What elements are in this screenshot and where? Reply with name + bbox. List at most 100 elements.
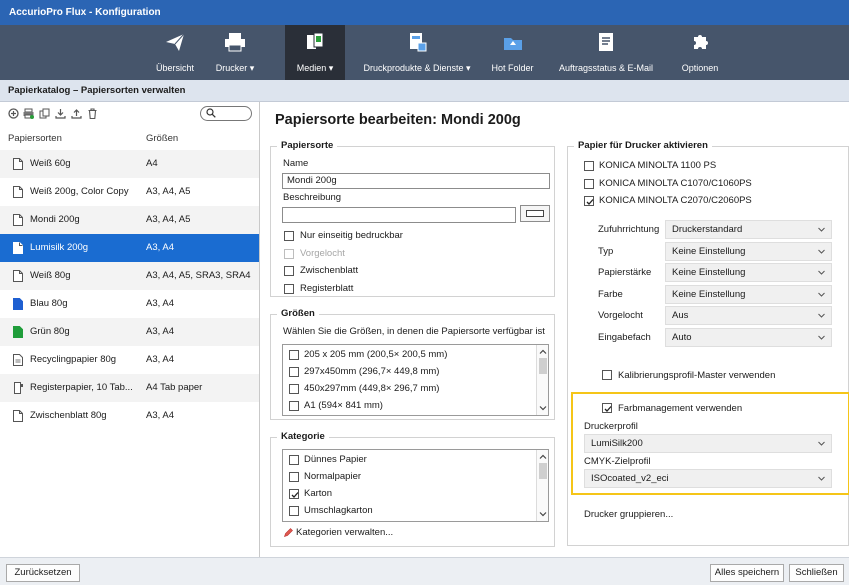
export-icon[interactable] — [71, 108, 82, 119]
setting-label: Vorgelocht — [598, 310, 643, 321]
category-list[interactable]: Dünnes Papier Normalpapier Karton Umschlagk… — [282, 449, 549, 522]
list-checkbox[interactable] — [289, 506, 299, 516]
setting-value: Keine Einstellung — [672, 288, 746, 300]
description-field[interactable] — [282, 207, 516, 223]
paper-plane-icon — [166, 33, 185, 51]
catalog-row[interactable]: Mondi 200g A3, A4, A5 — [0, 206, 259, 234]
toolbar-button-1[interactable]: Drucker ▾ — [200, 25, 270, 80]
catalog-row[interactable]: Registerpapier, 10 Tab... A4 Tab paper — [0, 374, 259, 402]
option-checkbox[interactable] — [284, 283, 294, 294]
toolbar-button-3[interactable]: Druckprodukte & Dienste ▾ — [352, 25, 482, 80]
scroll-down-icon[interactable] — [539, 510, 547, 518]
catalog-row[interactable]: Lumisilk 200g A3, A4 — [0, 234, 259, 262]
add-icon[interactable] — [8, 108, 19, 119]
catalog-row[interactable]: Recyclingpapier 80g A3, A4 — [0, 346, 259, 374]
calibration-checkbox[interactable] — [602, 370, 612, 380]
list-item-label: Normalpapier — [304, 471, 362, 482]
catalog-row[interactable]: Zwischenblatt 80g A3, A4 — [0, 402, 259, 430]
catalog-row[interactable]: Weiß 200g, Color Copy A3, A4, A5 — [0, 178, 259, 206]
setting-select[interactable]: Keine Einstellung — [665, 284, 832, 304]
paper-icon — [13, 158, 23, 170]
groessen-hint: Wählen Sie die Größen, in denen die Papi… — [283, 326, 545, 337]
trash-icon[interactable] — [87, 108, 98, 119]
list-checkbox[interactable] — [289, 455, 299, 465]
setting-value: Druckerstandard — [672, 224, 743, 235]
groessen-group: Größen Wählen Sie die Größen, in denen d… — [270, 308, 555, 420]
toolbar-button-2[interactable]: Medien ▾ — [285, 25, 345, 80]
app-window: AccurioPro Flux - Konfiguration Übersich… — [0, 0, 849, 585]
toolbar-button-label: Druckprodukte & Dienste ▾ — [363, 63, 471, 73]
catalog-row[interactable]: Blau 80g A3, A4 — [0, 290, 259, 318]
column-header-sizes[interactable]: Größen — [146, 133, 178, 144]
setting-label: Eingabefach — [598, 331, 651, 343]
paper-type-sizes: A3, A4 — [146, 242, 174, 253]
setting-select[interactable]: Auto — [665, 327, 832, 347]
save-all-button[interactable]: Alles speichern — [710, 564, 784, 582]
setting-select[interactable]: Druckerstandard — [665, 220, 832, 239]
list-checkbox[interactable] — [289, 472, 299, 482]
column-header-types[interactable]: Papiersorten — [8, 133, 62, 144]
printer-group-title: Papier für Drucker aktivieren — [574, 140, 712, 151]
category-scrollbar[interactable] — [536, 450, 548, 521]
toolbar-button-4[interactable]: Hot Folder — [485, 25, 540, 80]
paper-icon — [13, 214, 23, 226]
add-printer-icon[interactable] — [23, 108, 34, 119]
setting-select[interactable]: Aus — [665, 306, 832, 325]
scroll-thumb[interactable] — [539, 463, 547, 479]
paper-type-name: Registerpapier, 10 Tab... — [30, 382, 133, 393]
scroll-up-icon[interactable] — [539, 453, 547, 461]
paper-icon — [13, 410, 23, 422]
list-checkbox[interactable] — [289, 384, 299, 394]
import-icon[interactable] — [55, 108, 66, 119]
option-checkbox[interactable] — [284, 266, 294, 276]
kategorie-group-title: Kategorie — [277, 431, 329, 442]
scroll-thumb[interactable] — [539, 358, 547, 374]
catalog-row[interactable]: Grün 80g A3, A4 — [0, 318, 259, 346]
paper-type-sizes: A3, A4 — [146, 410, 174, 421]
toolbar-button-label: Auftragsstatus & E-Mail — [558, 63, 654, 73]
page-title: Papiersorte bearbeiten: Mondi 200g — [275, 112, 521, 128]
description-color-button[interactable] — [520, 205, 550, 222]
setting-value: Keine Einstellung — [672, 267, 746, 278]
catalog-row[interactable]: Weiß 60g A4 — [0, 150, 259, 178]
paper-type-sizes: A3, A4, A5 — [146, 214, 191, 225]
printer-checkbox[interactable] — [584, 161, 594, 171]
toolbar-button-6[interactable]: Optionen — [670, 25, 730, 80]
list-item-label: Dünnes Papier — [304, 454, 367, 465]
groessen-group-title: Größen — [277, 308, 319, 319]
pencil-icon — [284, 528, 293, 537]
list-checkbox[interactable] — [289, 401, 299, 411]
toolbar-button-label: Optionen — [681, 63, 719, 73]
scroll-up-icon[interactable] — [539, 348, 547, 356]
option-label: Vorgelocht — [300, 247, 345, 259]
toolbar-button-5[interactable]: Auftragsstatus & E-Mail — [550, 25, 662, 80]
group-printers-link[interactable]: Drucker gruppieren... — [584, 509, 673, 520]
printer-checkbox[interactable] — [584, 196, 594, 206]
setting-value: Aus — [672, 310, 689, 321]
recycled-paper-icon — [13, 354, 23, 366]
catalog-row[interactable]: Weiß 80g A3, A4, A5, SRA3, SRA4 — [0, 262, 259, 290]
reset-button[interactable]: Zurücksetzen — [6, 564, 80, 582]
setting-select[interactable]: Keine Einstellung — [665, 241, 832, 261]
paper-type-name: Recyclingpapier 80g — [30, 354, 117, 365]
option-checkbox[interactable] — [284, 231, 294, 241]
paper-type-name: Lumisilk 200g — [30, 242, 89, 253]
setting-label: Typ — [598, 245, 614, 257]
search-icon — [206, 108, 216, 118]
duplicate-icon[interactable] — [39, 108, 50, 119]
paper-type-name: Weiß 200g, Color Copy — [30, 186, 129, 197]
sizes-list[interactable]: 205 x 205 mm (200,5× 200,5 mm) 297x450mm … — [282, 344, 549, 416]
list-checkbox[interactable] — [289, 367, 299, 377]
manage-categories-label: Kategorien verwalten... — [296, 527, 394, 538]
list-checkbox[interactable] — [289, 350, 299, 360]
scroll-down-icon[interactable] — [539, 404, 547, 412]
sizes-scrollbar[interactable] — [536, 345, 548, 415]
close-button[interactable]: Schließen — [789, 564, 844, 582]
name-field[interactable]: Mondi 200g — [282, 173, 550, 189]
paper-type-sizes: A4 Tab paper — [146, 382, 203, 393]
list-checkbox[interactable] — [289, 489, 299, 499]
setting-label: Zufuhrrichtung — [598, 224, 660, 235]
search-input[interactable] — [200, 106, 252, 121]
printer-checkbox[interactable] — [584, 178, 594, 189]
setting-select[interactable]: Keine Einstellung — [665, 263, 832, 282]
